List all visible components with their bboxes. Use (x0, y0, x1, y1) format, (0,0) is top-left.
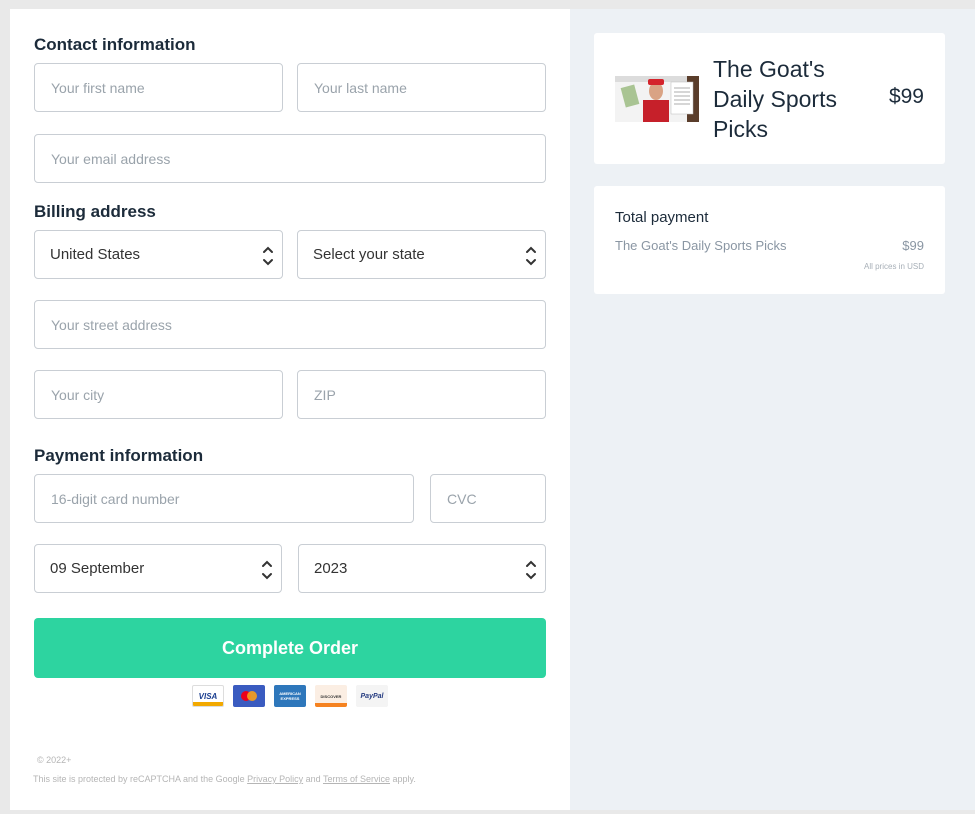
city-input[interactable] (34, 370, 283, 419)
updown-chevron-icon (262, 560, 272, 580)
mastercard-icon (233, 685, 265, 707)
cvc-input[interactable] (430, 474, 546, 523)
product-price: $99 (888, 85, 924, 108)
email-input[interactable] (34, 134, 546, 183)
street-input[interactable] (34, 300, 546, 349)
paypal-icon: PayPal (356, 685, 388, 707)
privacy-policy-link[interactable]: Privacy Policy (247, 774, 303, 784)
last-name-input[interactable] (297, 63, 546, 112)
state-select-value: Select your state (313, 246, 425, 263)
accepted-cards: VISA AMERICAN EXPRESS DISCOVER PayPal (192, 685, 388, 707)
payment-section-title: Payment information (34, 446, 204, 465)
expiry-year-value: 2023 (314, 560, 348, 577)
updown-chevron-icon (526, 560, 536, 580)
discover-icon: DISCOVER (315, 685, 347, 707)
card-number-input[interactable] (34, 474, 414, 523)
complete-order-button[interactable]: Complete Order (34, 618, 546, 678)
checkout-form-panel: Contact information Billing address Unit… (10, 9, 570, 810)
updown-chevron-icon (526, 246, 536, 266)
amex-icon: AMERICAN EXPRESS (274, 685, 306, 707)
zip-input[interactable] (297, 370, 546, 419)
contact-section-title: Contact information (34, 35, 196, 54)
expiry-month-select[interactable]: 09 September (34, 544, 282, 593)
country-select-value: United States (50, 246, 141, 263)
product-name: The Goat's Daily Sports Picks (713, 56, 837, 142)
order-summary-panel: The Goat's Daily Sports Picks $99 Total … (570, 9, 975, 810)
currency-note: All prices in USD (863, 262, 924, 271)
product-image (615, 76, 699, 122)
product-card: The Goat's Daily Sports Picks $99 (594, 33, 945, 164)
expiry-month-value: 09 September (50, 560, 145, 577)
payment-summary-card: Total payment The Goat's Daily Sports Pi… (594, 186, 945, 294)
summary-item-price: $99 (902, 238, 924, 253)
first-name-input[interactable] (34, 63, 283, 112)
terms-of-service-link[interactable]: Terms of Service (323, 774, 390, 784)
country-select[interactable]: United States (34, 230, 283, 279)
copyright-text: © 2022+ (37, 755, 72, 765)
visa-icon: VISA (192, 685, 224, 707)
billing-section-title: Billing address (34, 202, 156, 221)
updown-chevron-icon (263, 246, 273, 266)
summary-item-name: The Goat's Daily Sports Picks (615, 238, 787, 253)
summary-title: Total payment (615, 209, 709, 226)
expiry-year-select[interactable]: 2023 (298, 544, 546, 593)
state-select[interactable]: Select your state (297, 230, 546, 279)
recaptcha-notice: This site is protected by reCAPTCHA and … (33, 774, 416, 784)
